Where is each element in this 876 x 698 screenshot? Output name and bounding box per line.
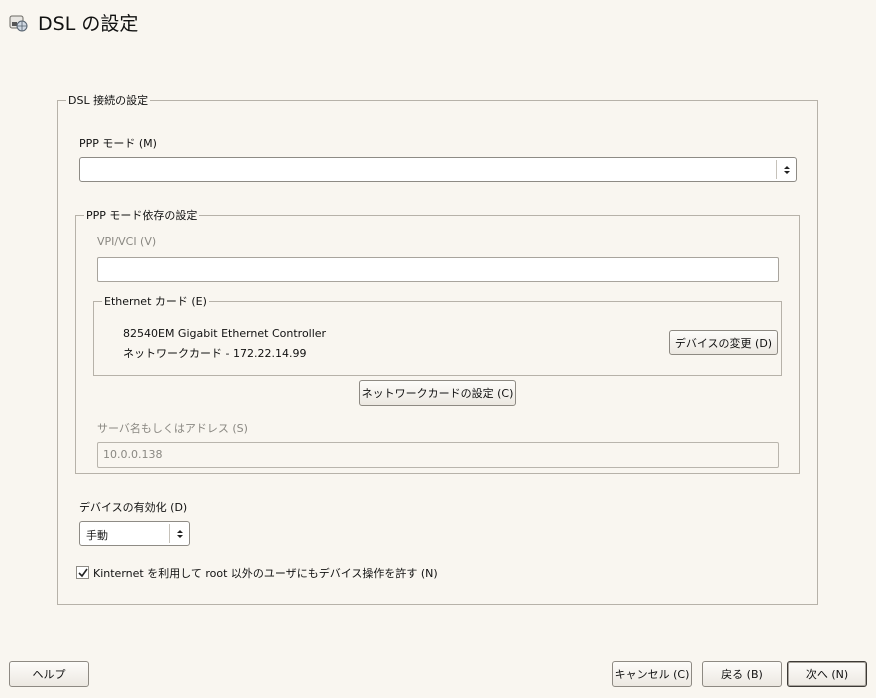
dsl-connection-legend: DSL 接続の設定 — [68, 94, 149, 107]
cancel-button[interactable]: キャンセル (C) — [612, 661, 692, 687]
next-button[interactable]: 次へ (N) — [787, 661, 867, 687]
ethernet-card-legend: Ethernet カード (E) — [104, 295, 207, 308]
page-title: DSL の設定 — [38, 13, 139, 35]
change-device-button[interactable]: デバイスの変更 (D) — [669, 330, 778, 355]
kinternet-checkbox-label[interactable]: Kinternet を利用して root 以外のユーザにもデバイス操作を許す (… — [93, 565, 438, 581]
ethernet-card-info: ネットワークカード - 172.22.14.99 — [123, 347, 307, 360]
server-address-label: サーバ名もしくはアドレス (S) — [97, 422, 248, 435]
updown-arrows-icon — [169, 524, 189, 543]
network-globe-icon — [9, 13, 29, 33]
device-activation-select[interactable]: 手動 — [79, 521, 190, 546]
ppp-dependent-legend: PPP モード依存の設定 — [86, 209, 198, 222]
network-card-settings-button[interactable]: ネットワークカードの設定 (C) — [359, 380, 516, 406]
help-button[interactable]: ヘルプ — [9, 661, 89, 687]
kinternet-checkbox[interactable] — [76, 566, 89, 579]
device-activation-label: デバイスの有効化 (D) — [79, 501, 188, 514]
server-address-value: 10.0.0.138 — [103, 448, 163, 461]
vpi-vci-field[interactable] — [97, 257, 779, 282]
device-activation-value: 手動 — [86, 529, 108, 542]
ppp-mode-select[interactable] — [79, 157, 797, 182]
updown-arrows-icon — [776, 160, 796, 179]
ppp-mode-label: PPP モード (M) — [79, 137, 157, 150]
ethernet-card-name: 82540EM Gigabit Ethernet Controller — [123, 327, 327, 340]
checkmark-icon — [78, 568, 88, 578]
vpi-vci-label: VPI/VCI (V) — [97, 235, 157, 248]
back-button[interactable]: 戻る (B) — [702, 661, 782, 687]
server-address-field[interactable]: 10.0.0.138 — [97, 442, 779, 468]
